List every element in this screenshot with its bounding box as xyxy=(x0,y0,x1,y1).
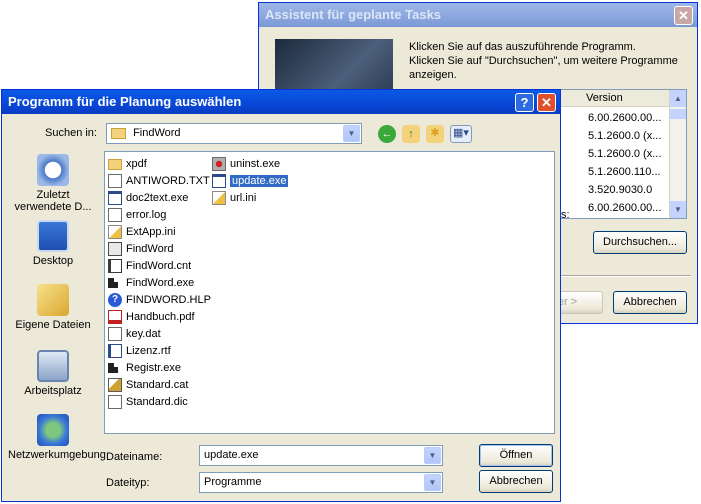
cat-icon xyxy=(108,378,122,392)
ini-icon xyxy=(108,225,122,239)
help-file-icon: ? xyxy=(108,293,122,307)
version-cell: 5.1.2600.0 (x... xyxy=(588,148,662,160)
list-item[interactable]: doc2text.exe xyxy=(108,190,188,207)
wizard-cancel-button[interactable]: Abbrechen xyxy=(613,291,687,314)
dialog-titlebar: Programm für die Planung auswählen xyxy=(2,90,560,114)
version-column-header[interactable]: Version xyxy=(560,90,670,107)
wizard-partial-label: s: xyxy=(561,209,570,221)
open-program-dialog: Programm für die Planung auswählen ? ✕ S… xyxy=(1,89,561,502)
list-item[interactable]: Lizenz.rtf xyxy=(108,343,171,360)
close-button[interactable]: ✕ xyxy=(537,93,556,112)
list-item-selected[interactable]: update.exe xyxy=(212,173,289,190)
version-cell: 3.520.9030.0 xyxy=(588,184,653,196)
text-file-icon xyxy=(108,208,122,222)
filetype-label: Dateityp: xyxy=(106,477,150,489)
filetype-select[interactable]: Programme ▼ xyxy=(199,472,443,493)
exe-icon xyxy=(212,174,226,188)
version-cell: 6.00.2600.00... xyxy=(588,202,662,214)
cnt-icon xyxy=(108,259,122,273)
pdf-icon xyxy=(108,310,122,324)
chevron-down-icon[interactable]: ▼ xyxy=(424,447,441,464)
list-item[interactable]: FindWord.exe xyxy=(108,275,194,292)
list-item[interactable]: key.dat xyxy=(108,326,161,343)
list-item[interactable]: Standard.dic xyxy=(108,394,188,411)
place-my-computer[interactable]: Arbeitsplatz xyxy=(8,350,98,397)
wizard-instruction-3: anzeigen. xyxy=(409,69,457,81)
scroll-down-arrow-icon[interactable]: ▼ xyxy=(670,201,686,218)
recent-icon xyxy=(37,154,69,186)
cancel-button[interactable]: Abbrechen xyxy=(479,470,553,493)
list-item[interactable]: url.ini xyxy=(212,190,256,207)
list-item[interactable]: FindWord xyxy=(108,241,173,258)
back-icon[interactable]: ← xyxy=(378,125,396,143)
text-file-icon xyxy=(108,395,122,409)
program-list[interactable]: Version 6.00.2600.00... 5.1.2600.0 (x...… xyxy=(559,89,687,219)
program-list-scrollbar[interactable]: ▲ ▼ xyxy=(669,90,686,218)
wizard-title: Assistent für geplante Tasks xyxy=(265,7,442,22)
look-in-value: FindWord xyxy=(133,127,181,139)
version-cell: 6.00.2600.00... xyxy=(588,112,662,124)
network-icon xyxy=(37,414,69,446)
text-file-icon xyxy=(108,327,122,341)
scroll-thumb[interactable] xyxy=(670,109,686,119)
look-in-label: Suchen in: xyxy=(45,127,97,139)
list-item[interactable]: Handbuch.pdf xyxy=(108,309,195,326)
exe-icon xyxy=(108,191,122,205)
open-button[interactable]: Öffnen xyxy=(479,444,553,467)
list-item[interactable]: ExtApp.ini xyxy=(108,224,176,241)
look-in-combo[interactable]: FindWord ▼ xyxy=(106,123,362,144)
list-item[interactable]: uninst.exe xyxy=(212,156,280,173)
version-cell: 5.1.2600.110... xyxy=(588,166,661,178)
wizard-instruction-2: Klicken Sie auf "Durchsuchen", um weiter… xyxy=(409,55,678,67)
list-item[interactable]: xpdf xyxy=(108,156,147,173)
app-icon xyxy=(108,242,122,256)
version-cell: 5.1.2600.0 (x... xyxy=(588,130,662,142)
exe-icon xyxy=(108,363,118,373)
ini-icon xyxy=(212,191,226,205)
scroll-up-arrow-icon[interactable]: ▲ xyxy=(670,90,686,107)
list-item[interactable]: ANTIWORD.TXT xyxy=(108,173,210,190)
wizard-close-button[interactable]: ✕ xyxy=(674,6,693,25)
filetype-value: Programme xyxy=(204,476,262,488)
file-list[interactable]: xpdf ANTIWORD.TXT doc2text.exe error.log… xyxy=(104,151,555,434)
my-documents-icon xyxy=(37,284,69,316)
list-item[interactable]: Standard.cat xyxy=(108,377,188,394)
list-item[interactable]: error.log xyxy=(108,207,166,224)
list-item[interactable]: ? FINDWORD.HLP xyxy=(108,292,211,309)
view-menu-icon[interactable]: ▦▾ xyxy=(450,125,472,143)
my-computer-icon xyxy=(37,350,69,382)
new-folder-icon[interactable]: ✱ xyxy=(426,125,444,143)
up-folder-icon[interactable]: ↑ xyxy=(402,125,420,143)
place-desktop[interactable]: Desktop xyxy=(8,220,98,267)
list-item[interactable]: FindWord.cnt xyxy=(108,258,191,275)
chevron-down-icon[interactable]: ▼ xyxy=(343,125,360,142)
place-network[interactable]: Netzwerkumgebung xyxy=(8,414,106,461)
list-item[interactable]: Registr.exe xyxy=(108,360,181,377)
uninstall-icon xyxy=(212,157,226,171)
folder-icon xyxy=(111,127,126,139)
place-my-documents[interactable]: Eigene Dateien xyxy=(8,284,98,331)
text-file-icon xyxy=(108,174,122,188)
help-button[interactable]: ? xyxy=(515,93,534,112)
wizard-titlebar: Assistent für geplante Tasks xyxy=(259,3,697,27)
folder-icon xyxy=(108,159,122,170)
exe-icon xyxy=(108,278,118,288)
filename-input[interactable]: update.exe ▼ xyxy=(199,445,443,466)
desktop-icon xyxy=(37,220,69,252)
filename-value: update.exe xyxy=(204,449,259,461)
wizard-instruction-1: Klicken Sie auf das auszuführende Progra… xyxy=(409,41,636,53)
browse-button[interactable]: Durchsuchen... xyxy=(593,231,687,254)
place-recent[interactable]: Zuletzt verwendete D... xyxy=(8,154,98,213)
chevron-down-icon[interactable]: ▼ xyxy=(424,474,441,491)
rtf-icon xyxy=(108,344,122,358)
filename-label: Dateiname: xyxy=(106,451,163,463)
dialog-title: Programm für die Planung auswählen xyxy=(8,94,242,109)
